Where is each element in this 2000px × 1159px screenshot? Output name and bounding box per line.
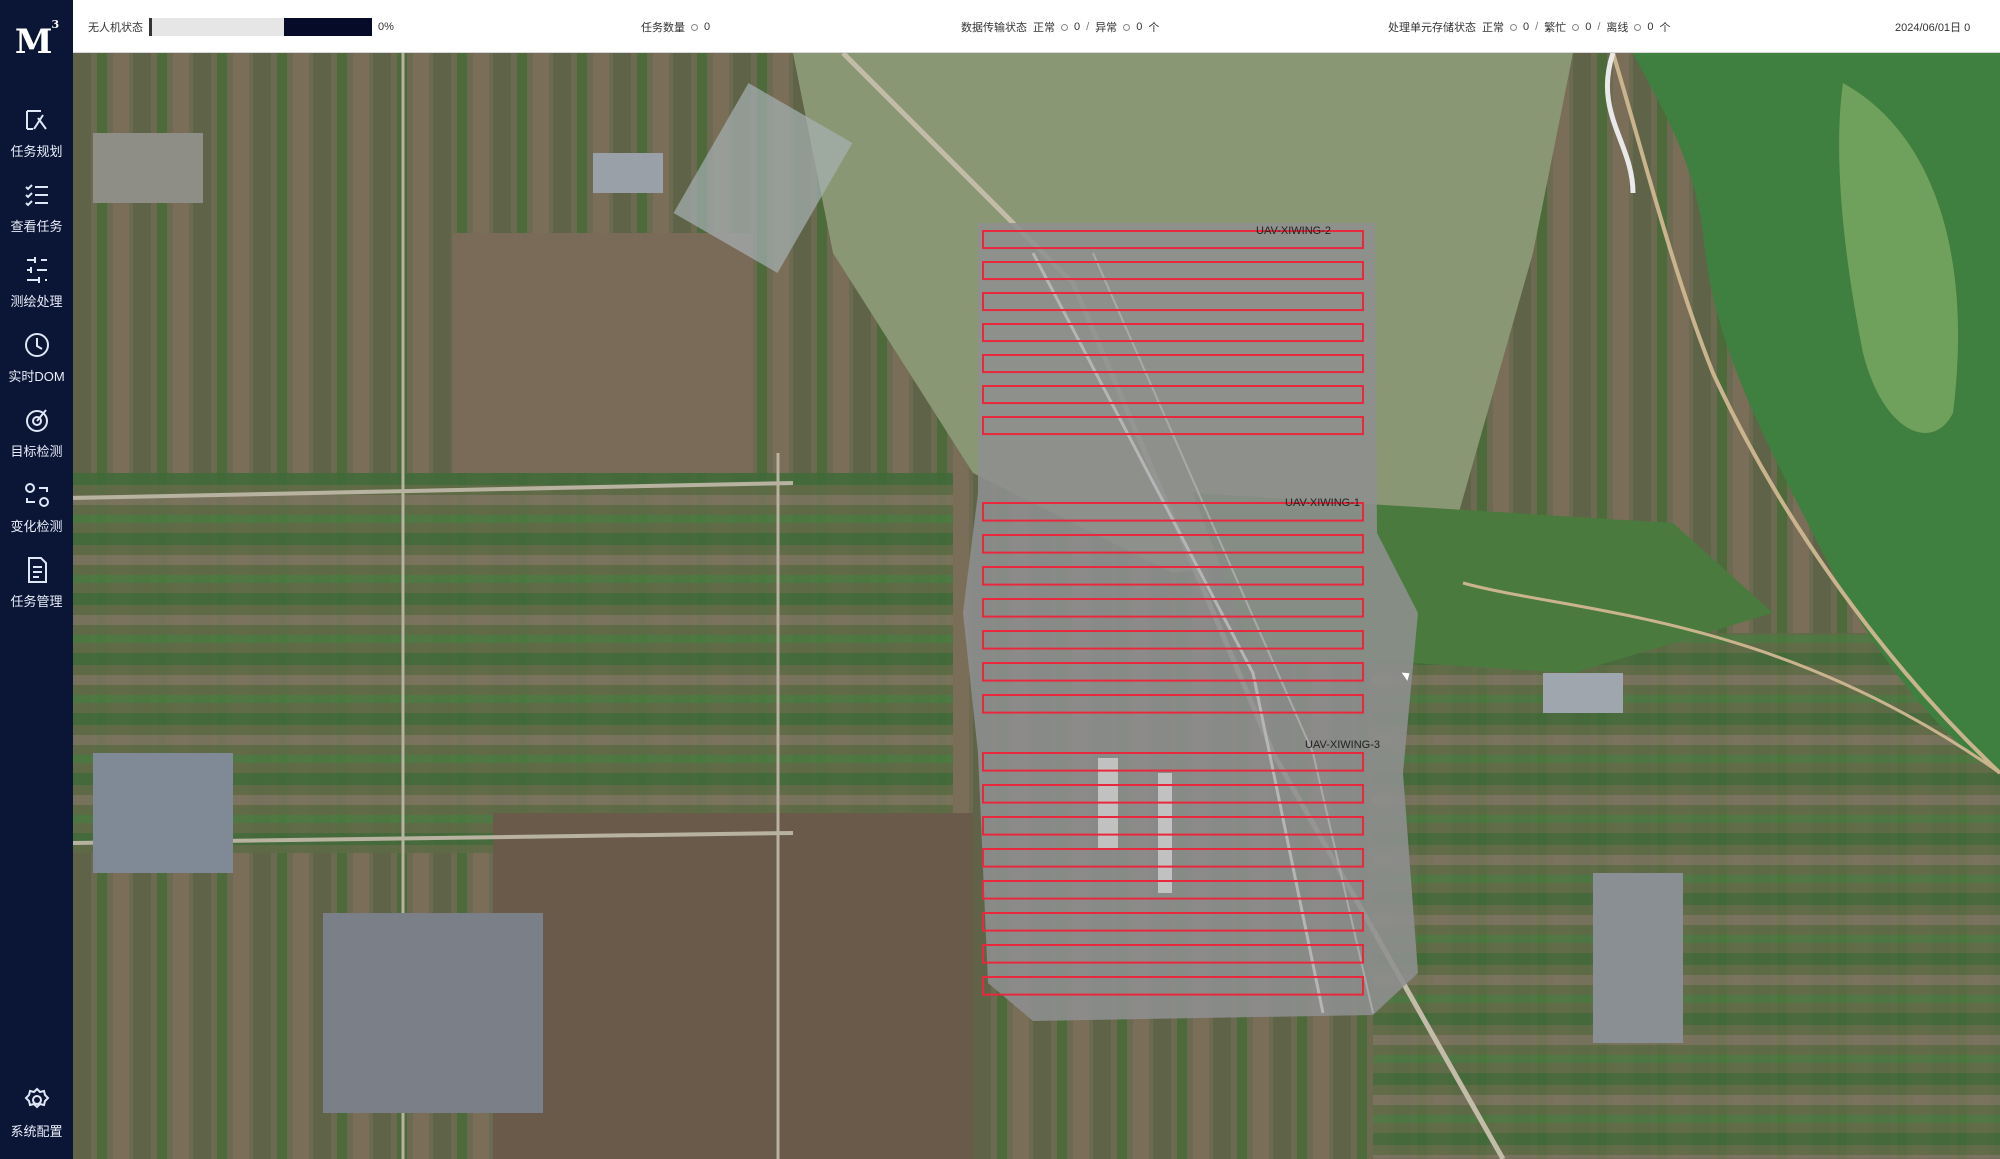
task-count-group: 任务数量 0 xyxy=(641,19,710,35)
nav-task-planning[interactable]: 任务规划 xyxy=(0,104,73,174)
task-count-dot-icon xyxy=(691,23,698,31)
task-count-label: 任务数量 xyxy=(641,22,685,34)
buildings xyxy=(593,153,663,193)
task-list-icon xyxy=(24,184,48,207)
south-field-block xyxy=(493,813,973,1159)
nav-view-tasks-label: 查看任务 xyxy=(10,219,63,234)
processing-offline-count: 0 xyxy=(1647,21,1654,33)
data-transfer-abnormal: 异常 xyxy=(1095,22,1118,34)
data-transfer-normal: 正常 xyxy=(1033,22,1055,34)
datetime-text: 2024/06/01日 0 xyxy=(1895,22,1971,34)
nav-task-management-label: 任务管理 xyxy=(10,594,63,609)
nav-task-management[interactable]: 任务管理 xyxy=(0,554,73,624)
datetime: 2024/06/01日 0 xyxy=(1895,19,1970,35)
processing-icon xyxy=(26,257,47,283)
nav-change-detection[interactable]: 变化检测 xyxy=(0,479,73,549)
nav-view-tasks[interactable]: 查看任务 xyxy=(0,179,73,249)
gear-icon xyxy=(24,1087,49,1109)
swath-label-2: UAV-XIWING-2 xyxy=(1256,225,1331,237)
clock-icon xyxy=(24,333,49,357)
uav-status-label: 无人机状态 xyxy=(88,22,143,34)
swath-label-3: UAV-XIWING-3 xyxy=(1305,739,1380,751)
nav-processing-label: 测绘处理 xyxy=(10,294,63,309)
swath-label-1: UAV-XIWING-1 xyxy=(1285,497,1360,509)
offline-dot-icon xyxy=(1634,23,1642,31)
nav-target-detection[interactable]: 目标检测 xyxy=(0,404,73,474)
task-planning-icon xyxy=(25,110,47,130)
processing-offline: 离线 xyxy=(1606,22,1629,34)
normal-dot-icon xyxy=(1061,23,1068,31)
uav-progress-fill xyxy=(284,18,372,36)
buildings xyxy=(1593,873,1683,1043)
nav-processing[interactable]: 测绘处理 xyxy=(0,254,73,324)
app-logo: M3 xyxy=(14,18,59,62)
data-transfer-unit: 个 xyxy=(1148,22,1160,34)
brown-field-block xyxy=(453,233,753,473)
processing-unit: 个 xyxy=(1659,22,1671,34)
map-canvas[interactable]: UAV-XIWING-2 UAV-XIWING-1 UAV-XIWING-3 xyxy=(73,53,2000,1159)
nav-target-detection-label: 目标检测 xyxy=(10,444,63,459)
processing-label: 处理单元存储状态 xyxy=(1388,22,1476,34)
uav-status-group: 无人机状态 0% xyxy=(88,18,394,36)
data-transfer-abnormal-count: 0 xyxy=(1136,21,1143,33)
nav-settings-label: 系统配置 xyxy=(10,1124,63,1139)
processing-normal: 正常 xyxy=(1482,22,1504,34)
data-transfer-group: 数据传输状态 正常 0 / 异常 0 个 xyxy=(961,21,1160,34)
buildings xyxy=(1543,673,1623,713)
east-fields xyxy=(1373,633,2000,1159)
processing-status-group: 处理单元存储状态 正常 0 / 繁忙 0 / 离线 0 个 xyxy=(1388,21,1671,34)
nav-change-detection-label: 变化检测 xyxy=(10,519,63,534)
processing-busy-count: 0 xyxy=(1585,21,1592,33)
uav-progress-bar xyxy=(149,18,372,36)
normal-dot-icon xyxy=(1510,23,1517,31)
data-transfer-normal-count: 0 xyxy=(1074,21,1081,33)
nav-task-planning-label: 任务规划 xyxy=(10,144,63,159)
uav-percent: 0% xyxy=(378,21,394,33)
nav-realtime-dom[interactable]: 实时DOM xyxy=(0,329,73,399)
target-detection-icon xyxy=(25,409,48,432)
abnormal-dot-icon xyxy=(1123,23,1131,31)
nav-realtime-dom-label: 实时DOM xyxy=(8,369,65,384)
change-detection-icon xyxy=(24,483,49,507)
nav-settings[interactable]: 系统配置 xyxy=(0,1084,73,1154)
village xyxy=(323,913,543,1113)
processing-busy: 繁忙 xyxy=(1544,22,1567,34)
busy-dot-icon xyxy=(1572,23,1580,31)
status-header: 无人机状态 0% 任务数量 0 数据传输状态 正常 0 / 异常 0 个 处理单… xyxy=(73,0,2000,53)
processing-normal-count: 0 xyxy=(1523,21,1530,33)
mosaic-building xyxy=(1158,773,1172,893)
data-transfer-label: 数据传输状态 xyxy=(961,22,1027,34)
orthomosaic-overlay xyxy=(963,223,1418,1021)
satellite-map[interactable]: UAV-XIWING-2 UAV-XIWING-1 UAV-XIWING-3 xyxy=(73,53,2000,1159)
document-icon xyxy=(27,557,47,583)
village xyxy=(93,133,203,203)
village xyxy=(93,753,233,873)
sidebar: M3 任务规划 查看任务 测绘处理 实时DOM 目标检测 变化检测 任务管理 系… xyxy=(0,0,73,1159)
task-count-value: 0 xyxy=(704,21,711,33)
